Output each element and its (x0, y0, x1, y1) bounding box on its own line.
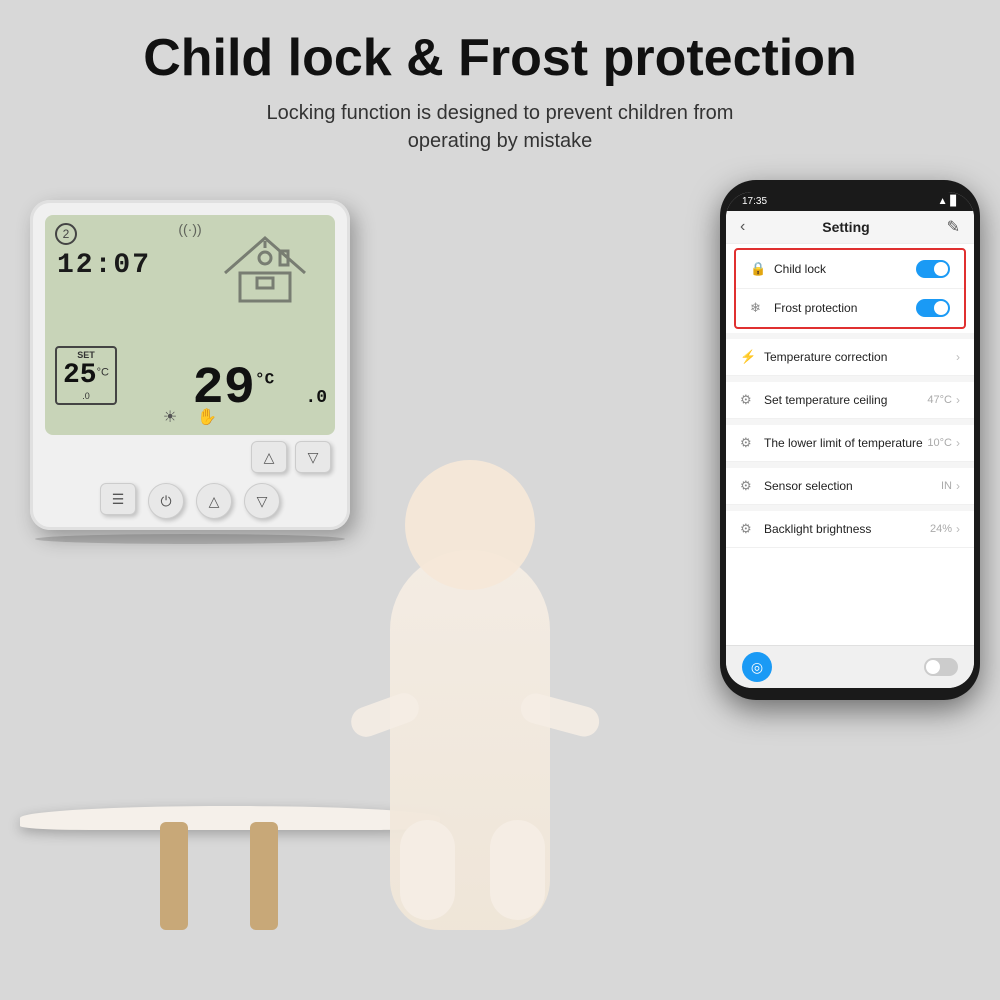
bottom-toggle[interactable] (924, 658, 958, 676)
child-lock-label: Child lock (774, 262, 826, 276)
child-lock-item[interactable]: 🔒 Child lock (736, 250, 964, 289)
baby-figure (290, 370, 650, 930)
content-area: 2 ((·)) 12:07 (0, 170, 1000, 930)
sensor-label: Sensor selection (764, 479, 853, 493)
page-title: Child lock & Frost protection (60, 30, 940, 87)
temp-ceiling-label: Set temperature ceiling (764, 393, 887, 407)
phone-nav-bar: ‹ Setting ✎ (726, 211, 974, 244)
frost-protection-item[interactable]: ❄ Frost protection (736, 289, 964, 327)
phone-bottom-bar: ◎ (726, 645, 974, 688)
temp-correction-label: Temperature correction (764, 350, 887, 364)
phone-status-icons: ▲ ▊ (938, 196, 958, 207)
temp-ceiling-item[interactable]: ⚙ Set temperature ceiling 47°C › (726, 382, 974, 419)
bottom-icon[interactable]: ◎ (742, 652, 772, 682)
baby-right-leg (490, 820, 545, 920)
house-icon (215, 223, 315, 303)
sensor-value: IN (941, 480, 952, 492)
lock-icon: 🔒 (750, 261, 766, 277)
edit-button[interactable]: ✎ (947, 217, 960, 237)
frost-icon: ❄ (750, 300, 766, 316)
thermostat-circle-num: 2 (55, 223, 77, 245)
highlight-section: 🔒 Child lock ❄ Frost protection (734, 248, 966, 329)
temp-ceiling-value: 47°C (927, 394, 952, 406)
hand-icon: ✋ (197, 407, 217, 427)
phone-screen: 17:35 ▲ ▊ ‹ Setting ✎ 🔒 (726, 192, 974, 688)
backlight-item[interactable]: ⚙ Backlight brightness 24% › (726, 511, 974, 548)
menu-button[interactable]: ☰ (100, 483, 136, 515)
phone-device: 17:35 ▲ ▊ ‹ Setting ✎ 🔒 (720, 180, 980, 700)
temp-lower-icon: ⚙ (740, 435, 756, 451)
temp-correction-item[interactable]: ⚡ Temperature correction › (726, 339, 974, 376)
phone-time: 17:35 (742, 196, 767, 207)
back-button[interactable]: ‹ (740, 218, 745, 236)
temp-correction-chevron: › (956, 350, 960, 364)
up-button-2[interactable]: △ (196, 483, 232, 519)
page-header: Child lock & Frost protection Locking fu… (0, 0, 1000, 170)
arrow-buttons: △ ▽ (45, 441, 331, 473)
table-leg-right (250, 822, 278, 930)
thermostat-time: 12:07 (57, 250, 151, 281)
temp-lower-value: 10°C (927, 437, 952, 449)
down-button-2[interactable]: ▽ (244, 483, 280, 519)
frost-protection-toggle[interactable] (916, 299, 950, 317)
temp-lower-item[interactable]: ⚙ The lower limit of temperature 10°C › (726, 425, 974, 462)
backlight-icon: ⚙ (740, 521, 756, 537)
up-arrow-button[interactable]: △ (251, 441, 287, 473)
sensor-chevron: › (956, 479, 960, 493)
phone-body: 17:35 ▲ ▊ ‹ Setting ✎ 🔒 (720, 180, 980, 700)
temp-correction-icon: ⚡ (740, 349, 756, 365)
wifi-icon: ((·)) (178, 221, 201, 237)
baby-head (405, 460, 535, 590)
power-button[interactable]: ⏻ (148, 483, 184, 519)
backlight-label: Backlight brightness (764, 522, 871, 536)
temp-lower-label: The lower limit of temperature (764, 436, 923, 450)
page-subtitle: Locking function is designed to prevent … (60, 99, 940, 155)
backlight-value: 24% (930, 523, 952, 535)
temp-lower-chevron: › (956, 436, 960, 450)
setting-list: 🔒 Child lock ❄ Frost protection (726, 244, 974, 645)
backlight-chevron: › (956, 522, 960, 536)
table-leg-left (160, 822, 188, 930)
sensor-icon: ⚙ (740, 478, 756, 494)
sensor-selection-item[interactable]: ⚙ Sensor selection IN › (726, 468, 974, 505)
temp-ceiling-icon: ⚙ (740, 392, 756, 408)
screen-bottom-icons: ☀ ✋ (163, 407, 217, 427)
phone-status-bar: 17:35 ▲ ▊ (726, 192, 974, 211)
sun-icon: ☀ (163, 407, 177, 427)
baby-left-leg (400, 820, 455, 920)
thermostat-set-temp: SET 25°C .0 (55, 346, 117, 405)
temp-ceiling-chevron: › (956, 393, 960, 407)
setting-title: Setting (822, 219, 869, 235)
frost-protection-label: Frost protection (774, 301, 857, 315)
child-lock-toggle[interactable] (916, 260, 950, 278)
